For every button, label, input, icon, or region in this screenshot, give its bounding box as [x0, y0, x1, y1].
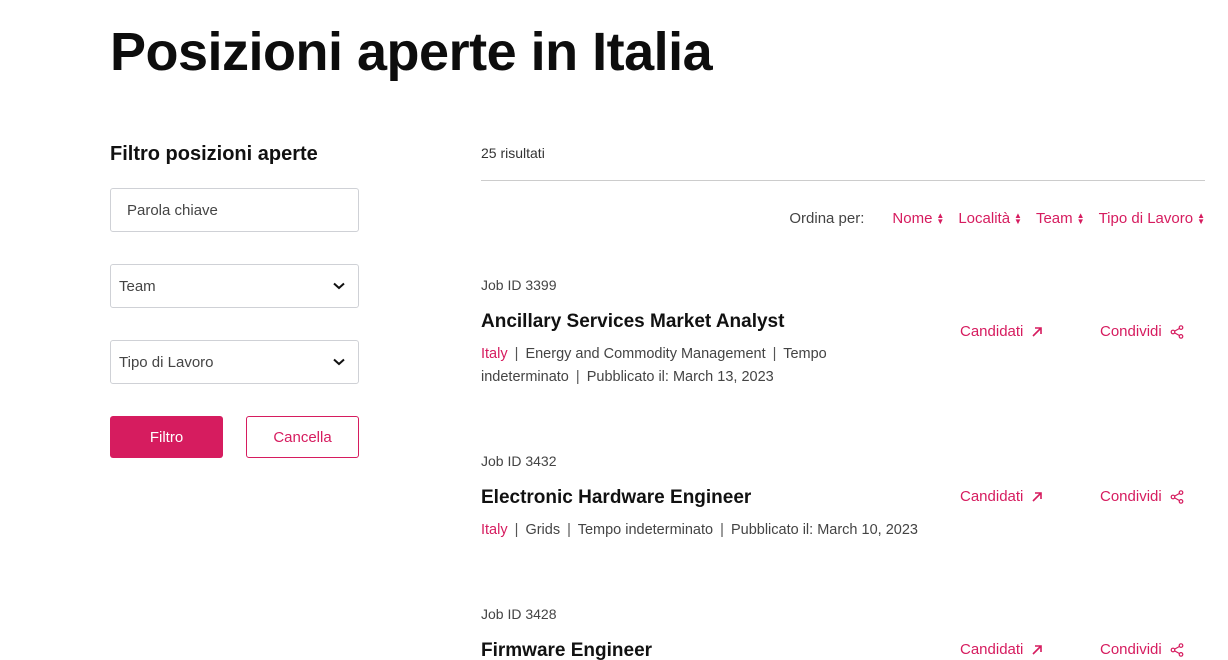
page-title: Posizioni aperte in Italia [110, 22, 713, 82]
separator: | [720, 522, 724, 538]
share-label: Condividi [1100, 641, 1162, 658]
keyword-input[interactable]: Parola chiave [110, 188, 359, 232]
sort-arrows-icon: ▲ ▼ [1014, 210, 1022, 226]
apply-button[interactable]: Candidati [960, 488, 1043, 505]
team-select[interactable]: Team [110, 264, 359, 308]
results-count: 25 risultati [481, 145, 545, 161]
apply-label: Candidati [960, 641, 1024, 658]
share-icon [1170, 642, 1184, 657]
separator: | [575, 369, 580, 385]
job-id: Job ID 3399 [481, 277, 557, 293]
job-id: Job ID 3432 [481, 453, 557, 469]
job-title-link[interactable]: Firmware Engineer [481, 638, 652, 660]
filter-heading: Filtro posizioni aperte [110, 143, 318, 165]
separator: | [567, 522, 571, 538]
job-card: Job ID 3432 Electronic Hardware Engineer… [481, 451, 1205, 538]
sort-label: Ordina per: [789, 210, 865, 227]
apply-button[interactable]: Candidati [960, 641, 1043, 658]
share-label: Condividi [1100, 488, 1162, 505]
job-team: Energy and Commodity Management [525, 346, 766, 362]
share-button[interactable]: Condividi [1100, 488, 1184, 505]
separator: | [772, 346, 777, 362]
share-icon [1170, 489, 1184, 504]
sort-arrows-icon: ▲ ▼ [1197, 210, 1205, 226]
job-meta: Italy | Energy and Commodity Management … [481, 343, 871, 389]
job-card: Job ID 3399 Ancillary Services Market An… [481, 275, 1205, 385]
job-id: Job ID 3428 [481, 606, 557, 622]
share-icon [1170, 324, 1184, 339]
work-type-select-label: Tipo di Lavoro [119, 353, 214, 371]
arrow-up-right-icon [1032, 644, 1043, 655]
clear-button[interactable]: Cancella [246, 416, 359, 458]
sort-by-name[interactable]: Nome ▲ ▼ [892, 210, 944, 227]
sort-bar: Ordina per: Nome ▲ ▼ Località ▲ ▼ Team ▲ ▼ … [789, 210, 1205, 227]
sort-arrows-icon: ▲ ▼ [1076, 210, 1085, 226]
share-button[interactable]: Condividi [1100, 323, 1184, 340]
results-section: 25 risultati Ordina per: Nome ▲ ▼ Localit… [481, 140, 1205, 660]
keyword-placeholder: Parola chiave [127, 201, 218, 219]
job-card: Job ID 3428 Firmware Engineer Candidati … [481, 604, 1205, 660]
job-title-link[interactable]: Electronic Hardware Engineer [481, 485, 751, 511]
sort-option-label: Tipo di Lavoro [1098, 210, 1194, 227]
sort-option-label: Team [1035, 210, 1073, 227]
job-team: Grids [525, 522, 561, 538]
sort-by-work-type[interactable]: Tipo di Lavoro ▲ ▼ [1099, 210, 1205, 227]
chevron-down-icon [332, 355, 346, 369]
sort-option-label: Località [958, 210, 1011, 227]
sort-by-location[interactable]: Località ▲ ▼ [958, 210, 1022, 227]
sort-option-label: Nome [892, 210, 933, 227]
job-published: Pubblicato il: March 13, 2023 [586, 369, 774, 385]
apply-label: Candidati [960, 323, 1024, 340]
arrow-up-right-icon [1032, 491, 1043, 502]
sort-arrows-icon: ▲ ▼ [936, 210, 945, 226]
job-type: Tempo indeterminato [577, 522, 714, 538]
team-select-label: Team [119, 277, 156, 295]
job-meta: Italy | Grids | Tempo indeterminato | Pu… [481, 519, 981, 542]
job-location: Italy [481, 346, 508, 362]
filter-button[interactable]: Filtro [110, 416, 223, 458]
work-type-select[interactable]: Tipo di Lavoro [110, 340, 359, 384]
job-location: Italy [481, 522, 508, 538]
sort-by-team[interactable]: Team ▲ ▼ [1036, 210, 1085, 227]
divider [481, 180, 1205, 181]
filter-panel: Filtro posizioni aperte Parola chiave Te… [110, 140, 360, 458]
job-title-link[interactable]: Ancillary Services Market Analyst [481, 309, 784, 335]
job-published: Pubblicato il: March 10, 2023 [730, 522, 918, 538]
apply-label: Candidati [960, 488, 1024, 505]
share-button[interactable]: Condividi [1100, 641, 1184, 658]
arrow-up-right-icon [1032, 326, 1043, 337]
separator: | [514, 522, 519, 538]
share-label: Condividi [1100, 323, 1162, 340]
chevron-down-icon [332, 279, 346, 293]
separator: | [514, 346, 519, 362]
apply-button[interactable]: Candidati [960, 323, 1043, 340]
